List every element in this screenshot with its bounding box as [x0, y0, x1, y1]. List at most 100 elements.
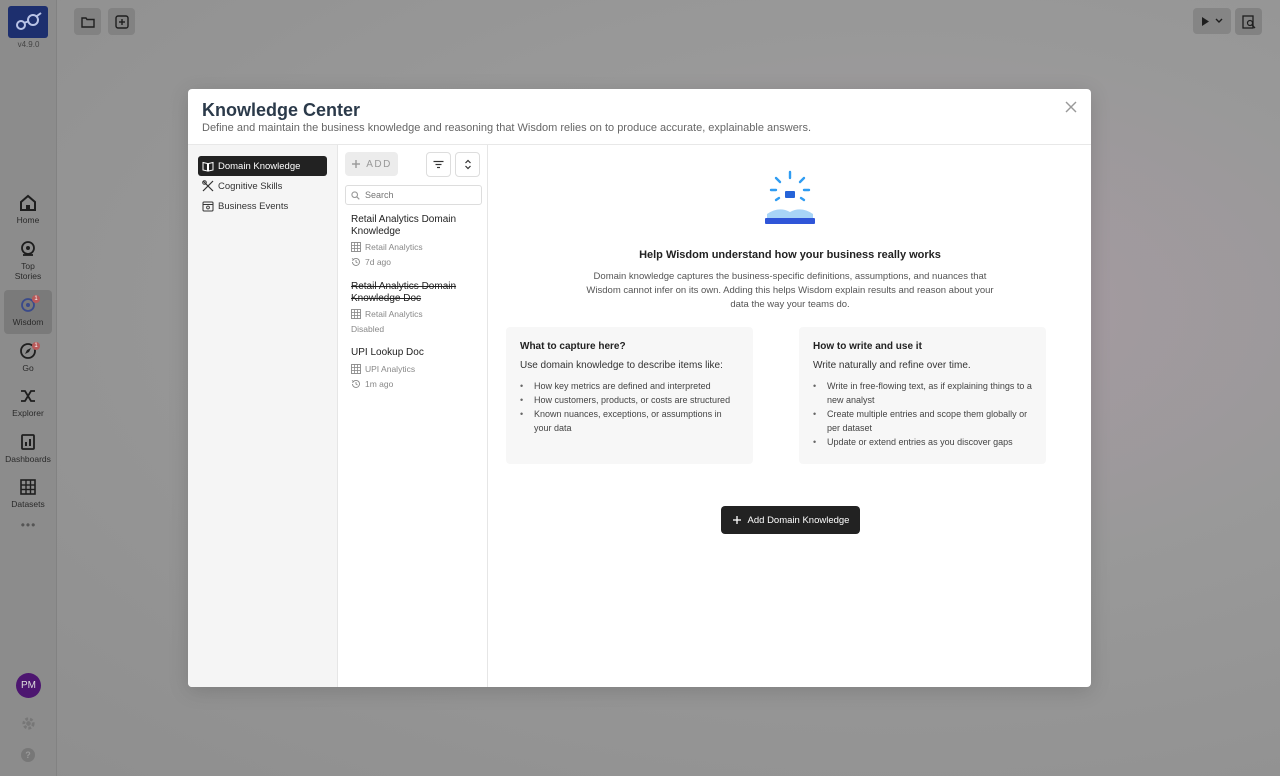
- logo-icon: [16, 12, 42, 30]
- list-item: Write in free-flowing text, as if explai…: [813, 379, 1032, 407]
- card-title: How to write and use it: [813, 341, 922, 352]
- plus-icon: [352, 160, 361, 168]
- run-button-group[interactable]: [1193, 8, 1231, 34]
- nav-explorer[interactable]: Explorer: [4, 387, 52, 421]
- entry-dataset-label: Retail Analytics: [365, 242, 423, 252]
- nav-label: Explorer: [12, 408, 44, 418]
- add-domain-knowledge-button[interactable]: Add Domain Knowledge: [721, 506, 860, 534]
- app-logo[interactable]: [8, 6, 48, 38]
- nav-datasets[interactable]: Datasets: [4, 478, 52, 512]
- entry-status-label: 1m ago: [365, 378, 394, 389]
- sort-button[interactable]: [455, 152, 480, 177]
- card-list: How key metrics are defined and interpre…: [520, 379, 739, 435]
- section-domain-knowledge[interactable]: Domain Knowledge: [198, 156, 327, 176]
- card-title: What to capture here?: [520, 341, 626, 352]
- table-icon: [351, 363, 361, 374]
- filter-button[interactable]: [426, 152, 451, 177]
- app-version: v4.9.0: [17, 40, 40, 49]
- section-label: Cognitive Skills: [218, 180, 283, 192]
- card-list: Write in free-flowing text, as if explai…: [813, 379, 1032, 449]
- nav-label: Top Stories: [14, 261, 42, 281]
- help-icon[interactable]: ?: [21, 748, 35, 762]
- entry-status: Disabled: [351, 324, 481, 334]
- knowledge-center-modal: Knowledge Center Define and maintain the…: [188, 89, 1091, 687]
- list-item: How customers, products, or costs are st…: [520, 393, 739, 407]
- open-folder-button[interactable]: [74, 8, 101, 35]
- card-lead: Use domain knowledge to describe items l…: [520, 360, 723, 371]
- grid-icon: [20, 479, 36, 495]
- nav-dashboards[interactable]: Dashboards: [4, 433, 52, 467]
- nav-wisdom[interactable]: 1 Wisdom: [4, 290, 52, 334]
- sort-icon: [464, 159, 471, 170]
- nav-top-stories[interactable]: Top Stories: [4, 240, 52, 282]
- list-item: Known nuances, exceptions, or assumption…: [520, 407, 739, 435]
- list-item: How key metrics are defined and interpre…: [520, 379, 739, 393]
- entry-title: Retail Analytics Domain Knowledge: [351, 214, 457, 237]
- app-sidebar: v4.9.0 Home Top Stories 1 Wisdom 1 Go Ex…: [0, 0, 57, 776]
- content-area: Help Wisdom understand how your business…: [489, 145, 1091, 687]
- search-icon: [351, 190, 360, 200]
- gear-icon[interactable]: [21, 716, 36, 731]
- section-label: Business Events: [218, 200, 289, 212]
- howto-card: How to write and use it Write naturally …: [799, 327, 1046, 464]
- history-icon: [351, 258, 360, 266]
- entry-dataset: Retail Analytics: [351, 242, 481, 252]
- content-description: Domain knowledge captures the business-s…: [586, 271, 994, 310]
- capture-card: What to capture here? Use domain knowled…: [506, 327, 753, 464]
- new-button[interactable]: [108, 8, 135, 35]
- history-icon: [351, 379, 360, 388]
- table-icon: [351, 309, 361, 319]
- wisdom-badge: 1: [32, 295, 40, 303]
- nav-label: Datasets: [11, 499, 45, 509]
- add-label: ADD: [366, 158, 392, 170]
- add-button[interactable]: ADD: [345, 152, 398, 176]
- entry-status: 1m ago: [351, 379, 481, 389]
- nav-go[interactable]: 1 Go: [4, 342, 52, 376]
- nav-label: Wisdom: [12, 317, 44, 327]
- card-lead: Write naturally and refine over time.: [813, 360, 971, 371]
- section-cognitive-skills[interactable]: Cognitive Skills: [198, 176, 327, 196]
- go-badge: 1: [32, 342, 40, 350]
- add-domain-knowledge-label: Add Domain Knowledge: [747, 514, 850, 526]
- entry-status-label: 7d ago: [365, 257, 391, 267]
- content-heading: Help Wisdom understand how your business…: [639, 249, 941, 261]
- play-icon: [1202, 16, 1209, 26]
- dashboard-icon: [21, 434, 35, 450]
- close-icon[interactable]: [1063, 99, 1079, 115]
- knowledge-list-panel: ADD Retail Analytics Domain Knowledge Re…: [338, 145, 488, 687]
- entry-title: Retail Analytics Domain Knowledge Doc: [351, 281, 457, 304]
- entry-dataset-label: Retail Analytics: [365, 309, 423, 319]
- list-item: Create multiple entries and scope them g…: [813, 407, 1032, 435]
- modal-subtitle: Define and maintain the business knowled…: [202, 122, 812, 134]
- book-icon: [202, 161, 214, 172]
- entry-status-label: Disabled: [351, 324, 385, 334]
- entry-title: UPI Lookup Doc: [351, 347, 424, 358]
- nav-home[interactable]: Home: [4, 194, 52, 228]
- folder-icon: [80, 16, 95, 28]
- book-search-icon: [1241, 14, 1255, 29]
- nav-label: Home: [16, 215, 40, 225]
- more-icon[interactable]: •••: [0, 518, 57, 532]
- filter-icon: [433, 160, 444, 169]
- list-item[interactable]: Retail Analytics Domain Knowledge Doc Re…: [351, 281, 481, 334]
- entry-dataset: Retail Analytics: [351, 309, 481, 319]
- knowledge-center-button[interactable]: [1235, 8, 1262, 35]
- table-icon: [351, 242, 361, 252]
- home-icon: [20, 194, 36, 211]
- entry-dataset-label: UPI Analytics: [365, 363, 416, 374]
- avatar[interactable]: PM: [16, 673, 41, 698]
- section-business-events[interactable]: Business Events: [198, 196, 327, 216]
- calendar-icon: [202, 201, 214, 212]
- list-item: Update or extend entries as you discover…: [813, 435, 1032, 449]
- list-item[interactable]: UPI Lookup Doc UPI Analytics 1m ago: [351, 347, 481, 389]
- plus-icon: [732, 516, 741, 524]
- list-item[interactable]: Retail Analytics Domain Knowledge Retail…: [351, 214, 481, 267]
- shuffle-icon: [21, 390, 35, 402]
- plus-square-icon: [114, 14, 129, 29]
- entry-status: 7d ago: [351, 257, 481, 267]
- search-input[interactable]: [365, 190, 475, 200]
- modal-header: Knowledge Center Define and maintain the…: [188, 89, 1091, 145]
- entry-dataset: UPI Analytics: [351, 364, 481, 374]
- section-nav: Domain Knowledge Cognitive Skills Busine…: [188, 145, 338, 687]
- modal-title: Knowledge Center: [202, 100, 361, 120]
